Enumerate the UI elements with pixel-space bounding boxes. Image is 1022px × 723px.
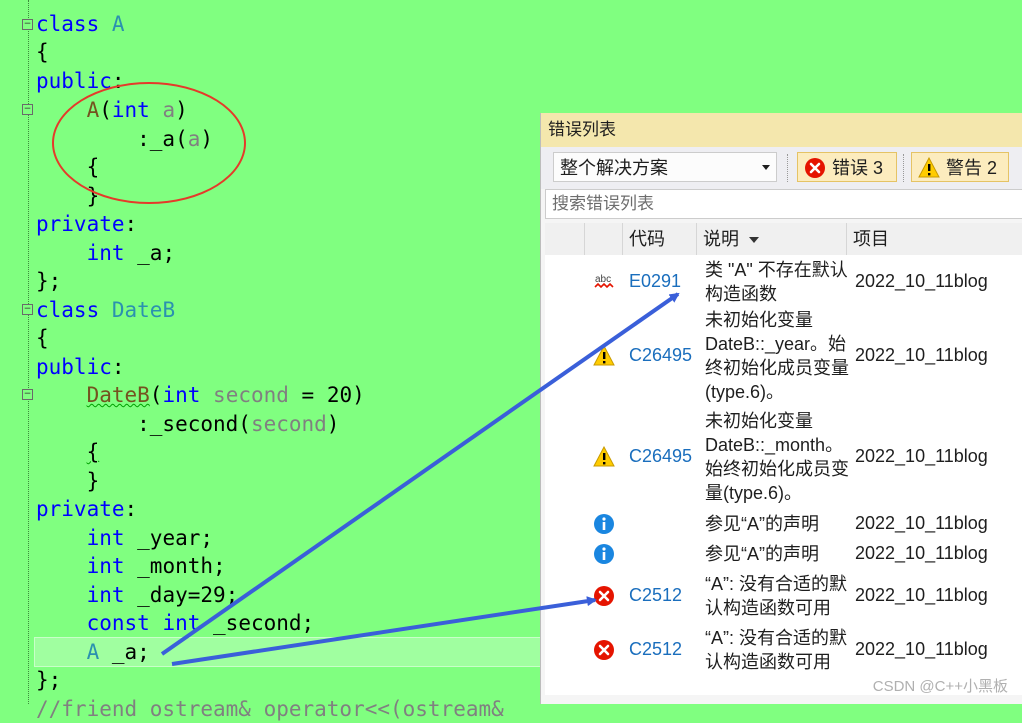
arrow-to-c2512 xyxy=(171,596,597,666)
annotation-arrows xyxy=(160,292,680,666)
watermark: CSDN @C++小黑板 xyxy=(872,678,1008,695)
arrow-to-e0291 xyxy=(160,292,680,656)
